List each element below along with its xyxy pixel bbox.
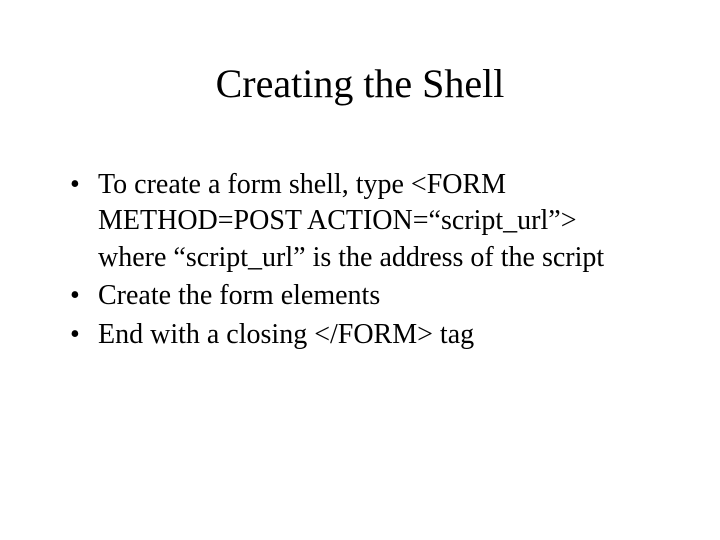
list-item: Create the form elements	[70, 278, 650, 314]
bullet-list: To create a form shell, type <FORM METHO…	[70, 167, 650, 353]
list-item: To create a form shell, type <FORM METHO…	[70, 167, 650, 276]
slide-title: Creating the Shell	[70, 60, 650, 107]
list-item: End with a closing </FORM> tag	[70, 317, 650, 353]
